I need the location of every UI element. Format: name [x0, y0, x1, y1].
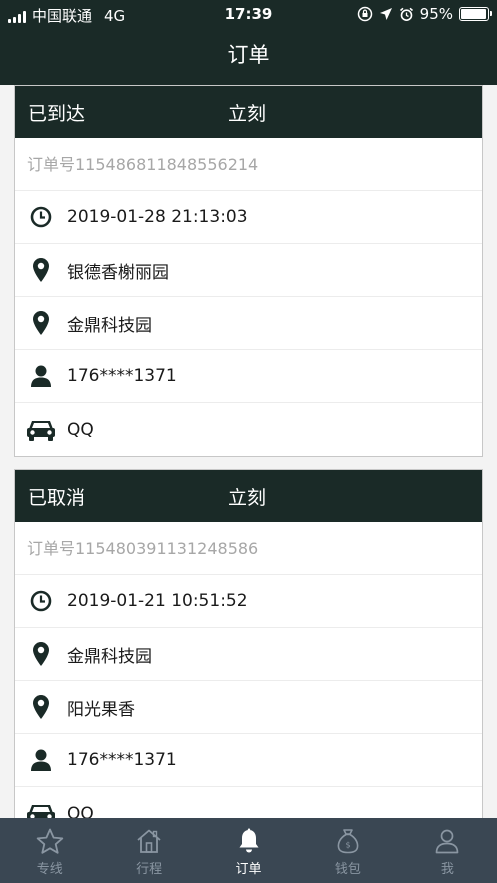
order-time: 2019-01-28 21:13:03 [67, 207, 248, 227]
order-phone: 176****1371 [67, 750, 177, 770]
order-time-row: 2019-01-28 21:13:03 [15, 191, 482, 244]
tab-label: 钱包 [334, 862, 361, 877]
orientation-lock-icon [357, 6, 372, 22]
order-timing: 立刻 [228, 103, 267, 125]
order-vehicle-row: QQ [15, 787, 482, 818]
order-destination: 金鼎科技园 [67, 315, 152, 336]
tab-trip[interactable]: 行程 [99, 818, 198, 883]
order-vehicle-row: QQ [15, 403, 482, 456]
order-phone-row: 176****1371 [15, 734, 482, 787]
status-bar-right: 95% [357, 5, 492, 23]
order-phone-row: 176****1371 [15, 350, 482, 403]
tab-orders[interactable]: 订单 [199, 818, 298, 883]
order-timing: 立刻 [228, 487, 267, 509]
person-icon [15, 748, 67, 772]
tab-me[interactable]: 我 [398, 818, 497, 883]
order-origin: 金鼎科技园 [67, 646, 152, 667]
nav-bar: 订单 [0, 30, 497, 85]
svg-text:$: $ [345, 841, 350, 850]
location-pin-icon [15, 694, 67, 720]
location-pin-icon [15, 641, 67, 667]
tab-special-line[interactable]: 专线 [0, 818, 99, 883]
tab-label: 专线 [36, 862, 63, 877]
car-icon [15, 802, 67, 818]
order-destination-row: 阳光果香 [15, 681, 482, 734]
order-list[interactable]: 已到达 立刻 订单号115486811848556214 2019-01-28 … [0, 85, 497, 818]
order-time-row: 2019-01-21 10:51:52 [15, 575, 482, 628]
order-origin-row: 金鼎科技园 [15, 628, 482, 681]
house-icon [137, 829, 161, 853]
star-icon [36, 828, 63, 854]
order-origin-row: 银德香榭丽园 [15, 244, 482, 297]
clock-icon [15, 206, 67, 228]
order-card-header: 已到达 立刻 [15, 86, 482, 138]
order-card[interactable]: 已到达 立刻 订单号115486811848556214 2019-01-28 … [14, 85, 483, 457]
order-vehicle: QQ [67, 803, 94, 819]
alarm-icon [399, 7, 413, 21]
battery-fill [461, 9, 486, 19]
order-card[interactable]: 已取消 立刻 订单号115480391131248586 2019-01-21 … [14, 469, 483, 818]
order-phone: 176****1371 [67, 366, 177, 386]
page-title: 订单 [227, 43, 270, 67]
order-time: 2019-01-21 10:51:52 [67, 591, 248, 611]
location-pin-icon [15, 257, 67, 283]
order-number: 订单号115486811848556214 [15, 138, 482, 191]
tab-label: 订单 [235, 862, 262, 877]
status-bar: 中国联通 4G 17:39 95% [0, 0, 497, 30]
battery-percent: 95% [419, 5, 453, 23]
car-icon [15, 418, 67, 442]
location-arrow-icon [379, 8, 392, 20]
order-origin: 银德香榭丽园 [67, 262, 169, 283]
tab-label: 行程 [136, 862, 163, 877]
order-vehicle: QQ [67, 419, 94, 440]
tab-label: 我 [440, 862, 454, 877]
tab-bar: 专线 行程 订单 $ 钱包 我 [0, 818, 497, 883]
tab-wallet[interactable]: $ 钱包 [298, 818, 397, 883]
order-destination-row: 金鼎科技园 [15, 297, 482, 350]
order-card-header: 已取消 立刻 [15, 470, 482, 522]
order-status: 已取消 [28, 487, 86, 509]
order-number: 订单号115480391131248586 [15, 522, 482, 575]
person-icon [15, 364, 67, 388]
person-icon [435, 829, 459, 854]
location-pin-icon [15, 310, 67, 336]
order-status: 已到达 [28, 103, 86, 125]
money-bag-icon: $ [337, 829, 359, 854]
order-destination: 阳光果香 [67, 699, 135, 720]
clock-icon [15, 590, 67, 612]
battery-icon [459, 7, 492, 21]
bell-icon [239, 828, 259, 853]
